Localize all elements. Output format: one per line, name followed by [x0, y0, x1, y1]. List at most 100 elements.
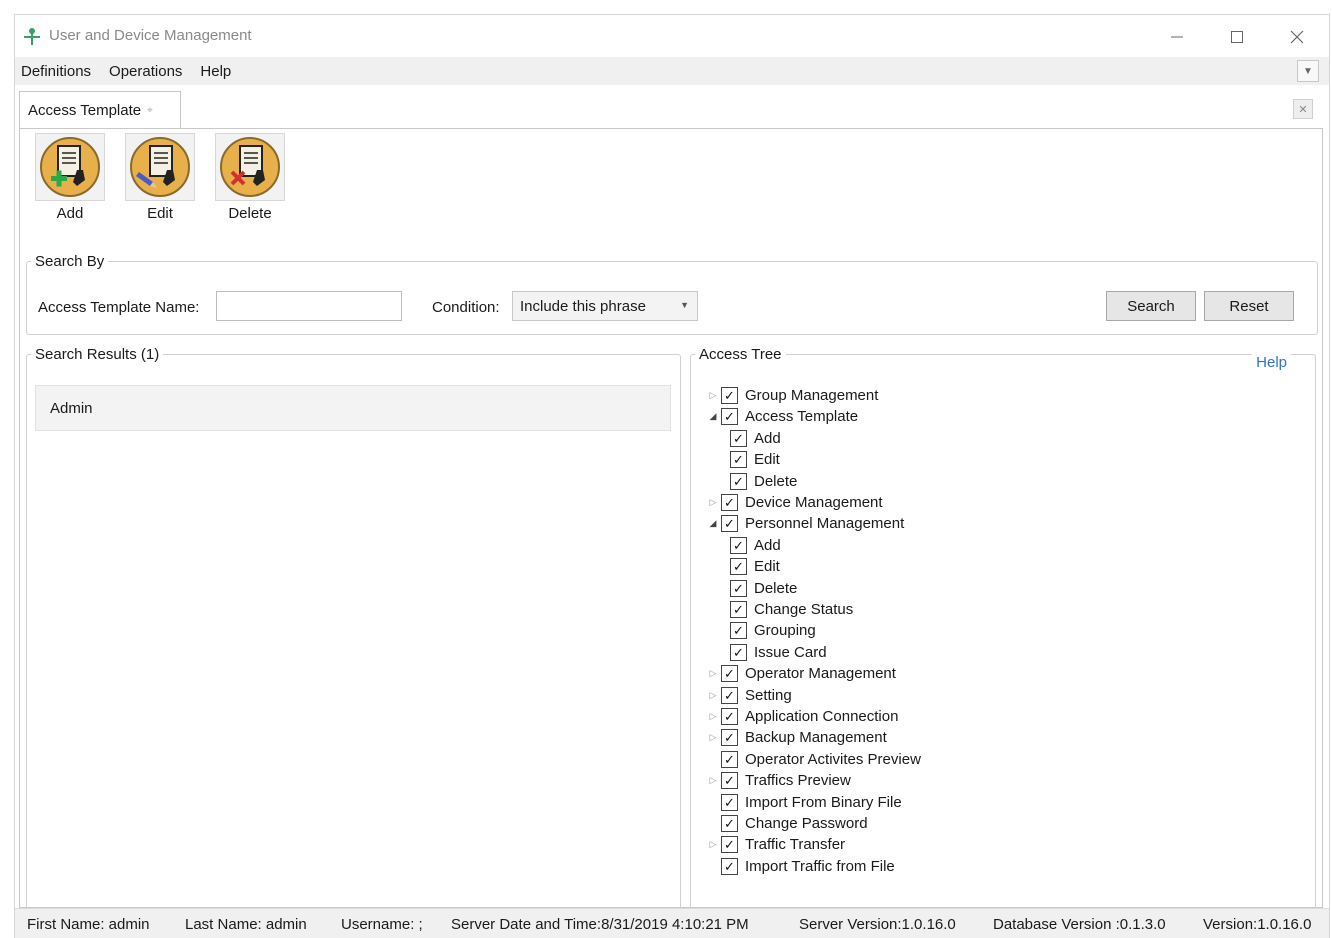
tree-node[interactable]: ✓ Change Password: [705, 813, 868, 834]
delete-button[interactable]: Delete: [214, 133, 286, 222]
tree-node[interactable]: ▷ ✓ Operator Management: [705, 663, 896, 684]
tree-node[interactable]: ✓ Import Traffic from File: [705, 856, 895, 877]
tree-checkbox[interactable]: ✓: [721, 686, 738, 704]
collapse-arrow-icon[interactable]: ◢: [705, 411, 721, 422]
tree-checkbox[interactable]: ✓: [721, 815, 738, 832]
checkmark-icon: ✓: [733, 473, 744, 489]
expand-arrow-icon[interactable]: ▷: [705, 390, 721, 401]
tree-checkbox[interactable]: ✓: [730, 601, 747, 618]
tree-node[interactable]: ✓ Add: [730, 428, 781, 449]
tab-access-template[interactable]: Access Template ⌖: [19, 91, 181, 129]
tree-node-label: Change Status: [754, 601, 854, 618]
close-icon: ✕: [1298, 103, 1308, 116]
expand-arrow-icon[interactable]: ▷: [705, 839, 721, 850]
tree-checkbox[interactable]: ✓: [730, 536, 747, 554]
checkmark-icon: ✓: [733, 580, 744, 596]
tree-checkbox[interactable]: ✓: [730, 429, 747, 447]
checkmark-icon: ✓: [724, 388, 735, 403]
tree-node[interactable]: ✓ Add: [730, 535, 781, 556]
tree-node[interactable]: ✓ Delete: [730, 578, 797, 599]
edit-button[interactable]: Edit: [124, 133, 196, 222]
tree-checkbox[interactable]: ✓: [721, 750, 738, 768]
collapse-arrow-icon[interactable]: ◢: [705, 518, 721, 529]
tree-node-label: Delete: [754, 579, 798, 597]
reset-button[interactable]: Reset: [1204, 291, 1294, 321]
tree-node[interactable]: ◢ ✓ Personnel Management: [705, 513, 904, 534]
tree-checkbox[interactable]: ✓: [730, 472, 747, 490]
tree-checkbox[interactable]: ✓: [721, 515, 738, 533]
expand-arrow-icon[interactable]: ▷: [705, 668, 721, 679]
tab-strip: Access Template ⌖ ✕: [15, 85, 1329, 129]
tree-node[interactable]: ▷ ✓ Application Connection: [705, 706, 898, 727]
expand-arrow-icon[interactable]: ▷: [705, 711, 721, 722]
expand-arrow-icon[interactable]: ▷: [705, 690, 721, 701]
tree-node[interactable]: ◢ ✓ Access Template: [705, 406, 858, 427]
title-bar: User and Device Management: [15, 15, 1329, 57]
tree-node[interactable]: ▷ ✓ Group Management: [705, 385, 878, 406]
tree-node[interactable]: ✓ Delete: [730, 471, 797, 492]
access-tree-legend: Access Tree: [699, 346, 782, 363]
tree-checkbox[interactable]: ✓: [730, 451, 747, 469]
close-tab-button[interactable]: ✕: [1293, 99, 1313, 119]
tree-checkbox[interactable]: ✓: [721, 857, 738, 875]
tree-checkbox[interactable]: ✓: [721, 772, 738, 790]
maximize-icon: [1231, 31, 1243, 43]
search-button[interactable]: Search: [1106, 291, 1196, 321]
tree-node[interactable]: ▷ ✓ Traffics Preview: [705, 770, 851, 791]
expand-arrow-icon[interactable]: ▷: [705, 732, 721, 743]
chevron-down-icon: ▼: [680, 300, 689, 310]
checkmark-icon: ✓: [724, 837, 735, 853]
expand-arrow-icon[interactable]: ▷: [705, 497, 721, 508]
tree-node-label: Import Traffic from File: [745, 857, 895, 875]
menu-operations[interactable]: Operations: [103, 63, 188, 80]
tree-node[interactable]: ▷ ✓ Traffic Transfer: [705, 834, 845, 855]
condition-select[interactable]: Include this phrase ▼: [512, 291, 698, 321]
tree-checkbox[interactable]: ✓: [721, 665, 738, 683]
tree-node[interactable]: ✓ Operator Activites Preview: [705, 749, 921, 770]
edit-label: Edit: [147, 205, 173, 222]
tab-pin-icon[interactable]: ⌖: [147, 105, 153, 116]
expand-arrow-icon[interactable]: ▷: [705, 775, 721, 786]
tree-node[interactable]: ✓ Edit: [730, 449, 780, 470]
tree-checkbox[interactable]: ✓: [721, 494, 738, 511]
tree-node[interactable]: ✓ Issue Card: [730, 642, 827, 663]
tree-checkbox[interactable]: ✓: [721, 836, 738, 854]
tree-checkbox[interactable]: ✓: [730, 579, 747, 597]
tree-node[interactable]: ▷ ✓ Backup Management: [705, 727, 887, 748]
minimize-button[interactable]: [1155, 23, 1199, 51]
status-bar: First Name: admin Last Name: admin Usern…: [15, 908, 1329, 938]
tree-checkbox[interactable]: ✓: [730, 558, 747, 576]
tree-node[interactable]: ✓ Import From Binary File: [705, 792, 902, 813]
ribbon-toggle-button[interactable]: ▼: [1297, 60, 1319, 82]
maximize-button[interactable]: [1215, 23, 1259, 51]
tree-node-label: Edit: [754, 451, 780, 469]
tree-node-label: Device Management: [745, 494, 883, 511]
status-username: Username: ;: [341, 916, 423, 933]
menu-help[interactable]: Help: [194, 63, 237, 80]
tree-node-label: Operator Management: [745, 665, 896, 683]
checkmark-icon: ✓: [733, 602, 744, 617]
tree-checkbox[interactable]: ✓: [721, 387, 738, 404]
add-button[interactable]: Add: [34, 133, 106, 222]
tree-checkbox[interactable]: ✓: [721, 729, 738, 747]
menu-definitions[interactable]: Definitions: [15, 63, 97, 80]
tree-node[interactable]: ▷ ✓ Device Management: [705, 492, 883, 513]
close-window-button[interactable]: [1275, 23, 1319, 51]
tree-node[interactable]: ▷ ✓ Setting: [705, 685, 792, 706]
tree-checkbox[interactable]: ✓: [721, 408, 738, 426]
tree-checkbox[interactable]: ✓: [730, 643, 747, 661]
list-item[interactable]: Admin: [35, 385, 671, 431]
tree-node[interactable]: ✓ Edit: [730, 556, 780, 577]
tree-node[interactable]: ✓ Change Status: [730, 599, 853, 620]
tree-checkbox[interactable]: ✓: [721, 793, 738, 811]
tree-checkbox[interactable]: ✓: [730, 622, 747, 640]
tree-node[interactable]: ✓ Grouping: [730, 620, 816, 641]
tree-node-label: Personnel Management: [745, 515, 905, 533]
checkmark-icon: ✓: [733, 430, 744, 446]
help-link[interactable]: Help: [1252, 354, 1291, 371]
checkmark-icon: ✓: [724, 816, 735, 831]
tree-checkbox[interactable]: ✓: [721, 708, 738, 725]
tree-node-label: Operator Activites Preview: [745, 750, 921, 768]
template-name-input[interactable]: [216, 291, 402, 321]
checkmark-icon: ✓: [724, 794, 735, 810]
